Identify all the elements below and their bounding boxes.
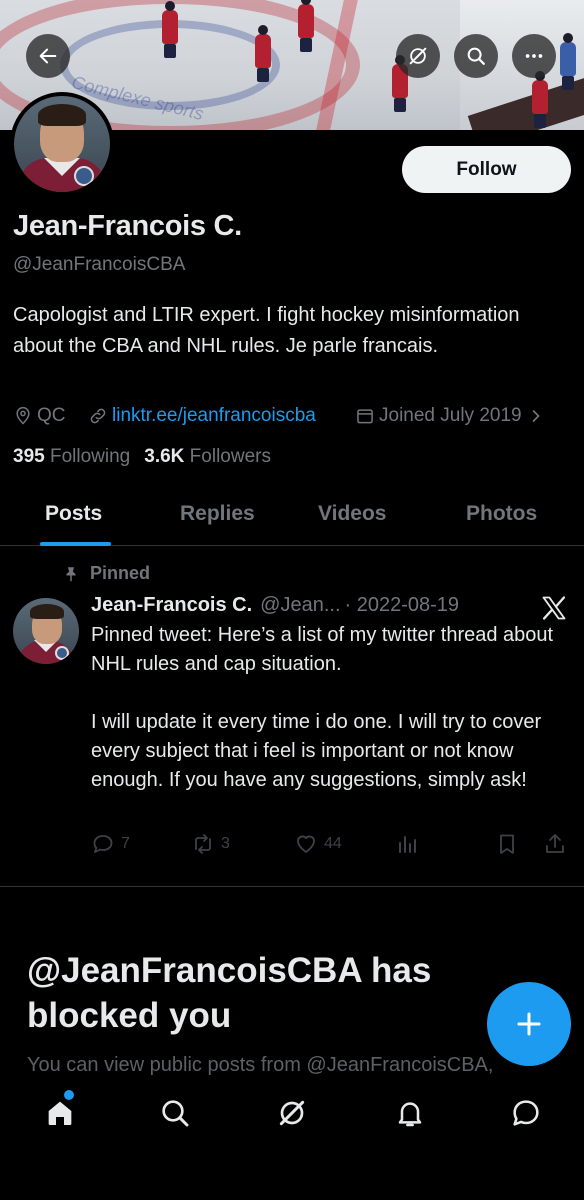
banner-player [162, 1, 178, 58]
tab-replies[interactable]: Replies [180, 502, 255, 526]
followers-count: 3.6K [144, 446, 185, 467]
bookmark-button[interactable] [495, 832, 525, 856]
chat-icon [513, 1100, 539, 1126]
like-count: 44 [324, 835, 342, 852]
profile-link[interactable]: linktr.ee/jeanfrancoiscba [88, 404, 316, 428]
followers-label: Followers [189, 446, 271, 467]
more-button[interactable] [512, 34, 556, 78]
bookmark-icon [500, 834, 514, 854]
following-stat[interactable]: 395 Following [13, 446, 130, 468]
following-count: 395 [13, 446, 45, 467]
following-label: Following [49, 446, 131, 467]
chevron-right-icon [532, 410, 540, 422]
bottom-nav [0, 1076, 584, 1200]
joined-text: Joined July 2019 [379, 405, 522, 426]
tweet-avatar[interactable] [13, 598, 79, 664]
tweet-author-name[interactable]: Jean-Francois C. [91, 594, 252, 617]
home-icon [48, 1101, 72, 1125]
repost-icon [195, 834, 211, 854]
follow-stats: 395 Following 3.6K Followers [13, 446, 271, 468]
followers-stat[interactable]: 3.6K Followers [144, 446, 271, 468]
reply-icon [93, 835, 113, 853]
like-button[interactable]: 44 [294, 832, 342, 856]
tweet-divider [0, 886, 584, 887]
banner-player [298, 0, 314, 52]
grok-button[interactable] [396, 34, 440, 78]
pin-icon [66, 566, 76, 581]
x-logo-icon[interactable] [540, 594, 568, 622]
tab-posts[interactable]: Posts [45, 502, 102, 526]
tweet-date: · 2022-08-19 [344, 594, 460, 616]
nav-home[interactable] [40, 1093, 80, 1133]
bell-icon [398, 1102, 422, 1127]
profile-name: Jean-Francois C. [13, 210, 242, 242]
reply-count: 7 [121, 835, 130, 852]
repost-button[interactable]: 3 [191, 832, 230, 856]
share-button[interactable] [543, 832, 573, 856]
plus-icon [517, 1012, 541, 1036]
tweet-text: Pinned tweet: Here’s a list of my twitte… [91, 624, 554, 791]
nav-messages[interactable] [506, 1093, 546, 1133]
views-button[interactable] [395, 832, 425, 856]
home-notification-dot [64, 1090, 74, 1100]
profile-location: QC [13, 404, 66, 428]
profile-tabs: Posts Replies Videos Photos [0, 488, 584, 546]
tweet-author-handle: @Jean... [260, 594, 341, 616]
avatar-team-logo [74, 166, 94, 186]
bar-chart-icon [399, 836, 416, 853]
arrow-left-icon [39, 48, 57, 64]
link-text[interactable]: linktr.ee/jeanfrancoiscba [112, 405, 316, 427]
back-button[interactable] [26, 34, 70, 78]
pinned-label: Pinned [62, 563, 150, 584]
profile-bio: Capologist and LTIR expert. I fight hock… [13, 304, 520, 357]
compose-button[interactable] [487, 982, 571, 1066]
search-icon [162, 1100, 189, 1127]
grok-icon [409, 47, 427, 65]
blocked-subtitle: You can view public posts from @JeanFran… [27, 1054, 494, 1076]
pinned-text: Pinned [90, 563, 151, 583]
avatar-hair [30, 604, 64, 619]
avatar-hair [38, 104, 86, 126]
link-icon [90, 408, 106, 424]
search-button[interactable] [454, 34, 498, 78]
tweet-header: Jean-Francois C. @Jean... · 2022-08-19 [91, 594, 459, 617]
active-tab-indicator [40, 542, 111, 546]
reply-button[interactable]: 7 [91, 832, 130, 856]
calendar-icon [357, 409, 373, 424]
nav-search[interactable] [155, 1093, 195, 1133]
banner-player [560, 33, 576, 90]
avatar-team-logo [55, 646, 69, 660]
nav-grok[interactable] [272, 1093, 312, 1133]
nav-notifications[interactable] [390, 1093, 430, 1133]
repost-count: 3 [221, 835, 230, 852]
tab-photos[interactable]: Photos [466, 502, 537, 526]
more-icon [525, 54, 543, 58]
heart-icon [297, 835, 315, 853]
banner-player [255, 25, 271, 82]
tweet-actions: 7 3 44 [91, 832, 571, 862]
banner-player [532, 71, 548, 128]
location-icon [16, 406, 30, 425]
follow-button[interactable]: Follow [402, 146, 571, 193]
profile-handle: @JeanFrancoisCBA [13, 254, 186, 275]
share-icon [546, 834, 564, 853]
profile-joined[interactable]: Joined July 2019 [355, 404, 550, 428]
blocked-title: @JeanFrancoisCBA has blocked you [27, 951, 432, 1035]
avatar [14, 96, 110, 192]
location-text: QC [37, 405, 66, 426]
profile-avatar[interactable] [10, 92, 114, 196]
grok-icon [279, 1100, 305, 1126]
tab-videos[interactable]: Videos [318, 502, 386, 526]
search-icon [467, 47, 485, 65]
